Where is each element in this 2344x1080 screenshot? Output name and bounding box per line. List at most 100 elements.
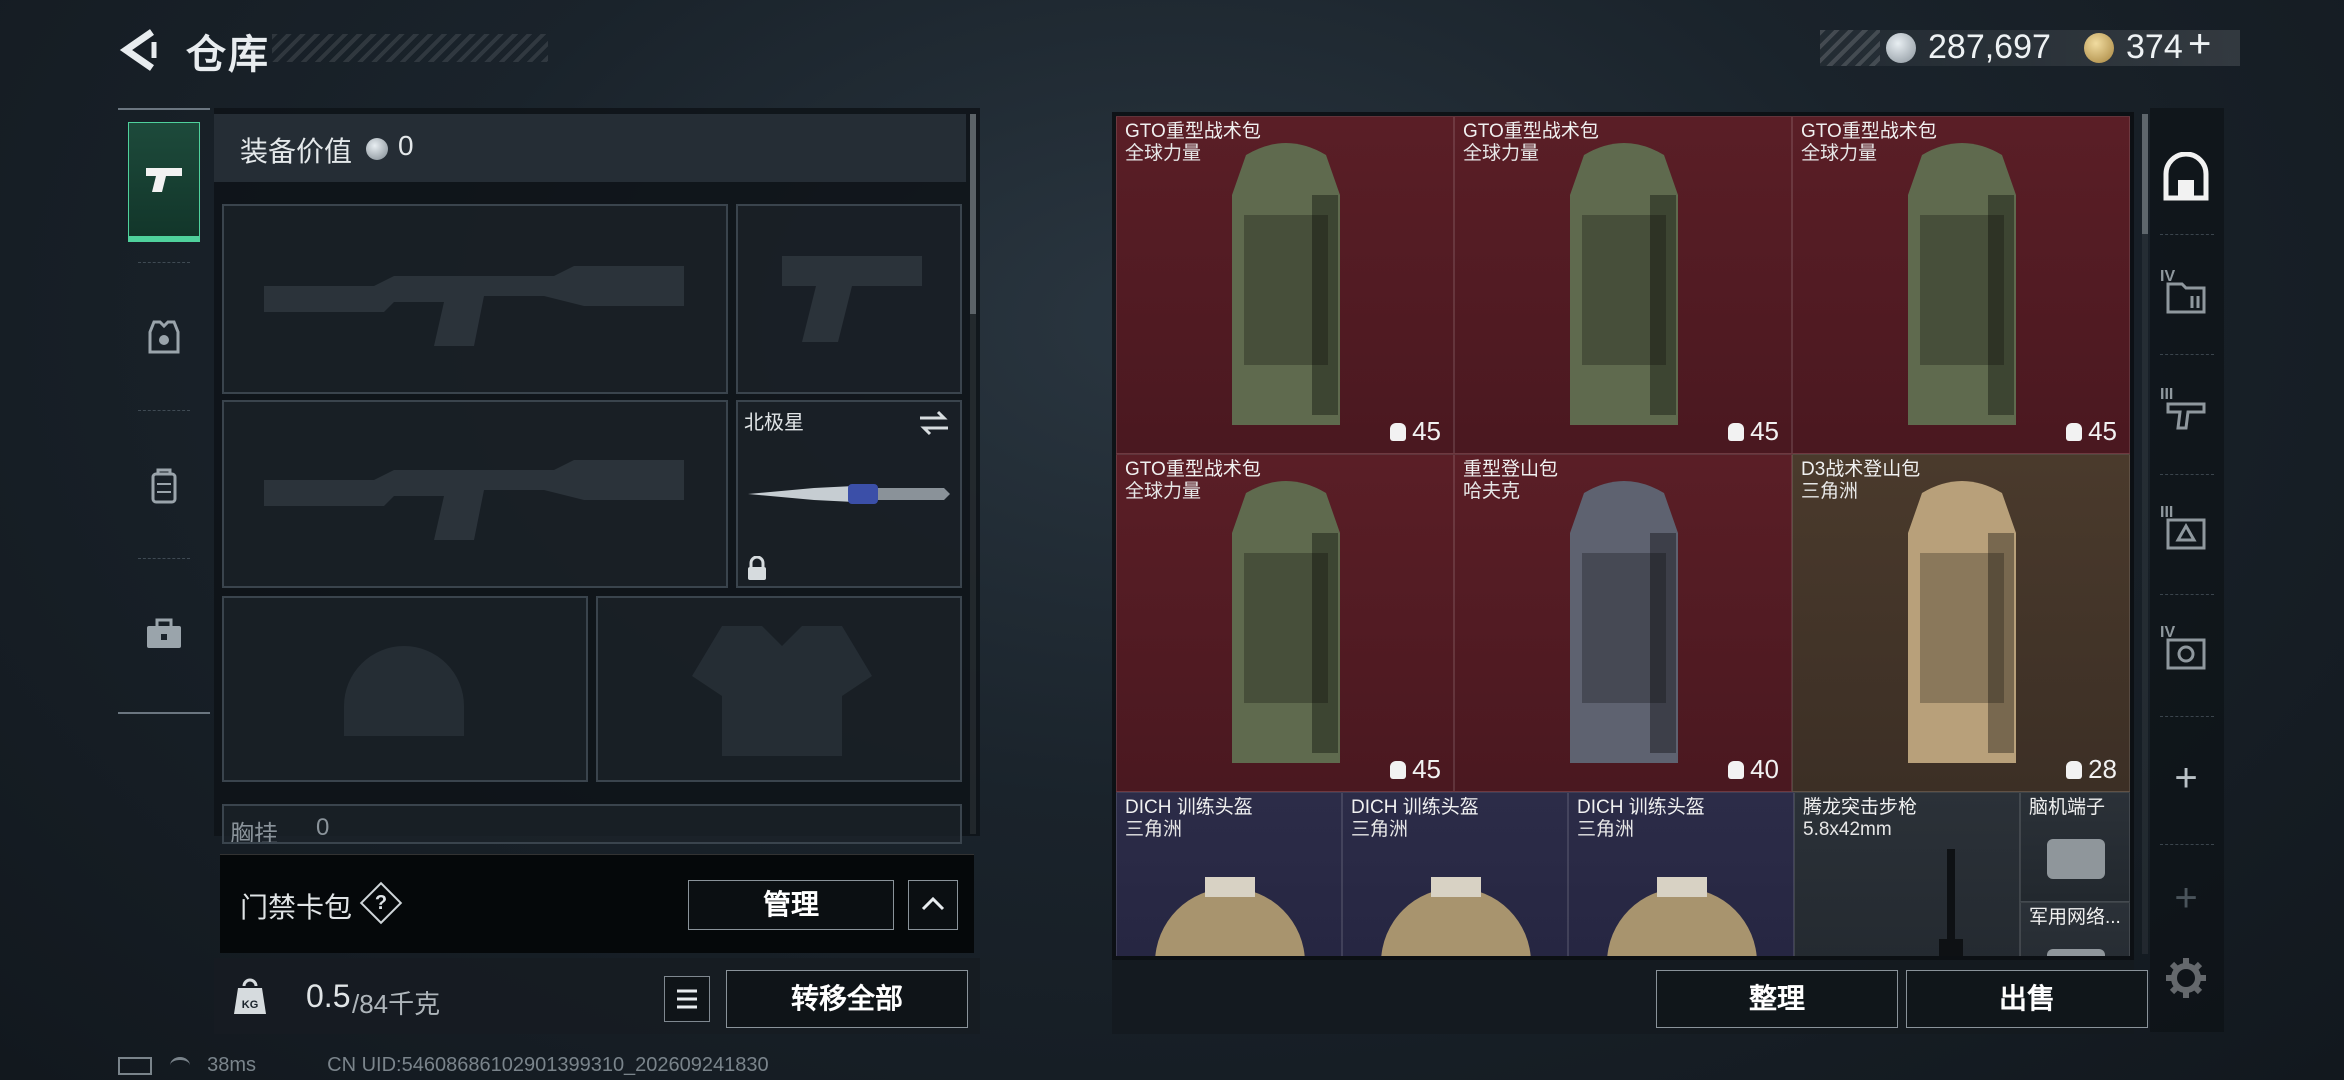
- nav-divider: [138, 262, 190, 263]
- equipment-value-coin-icon: [366, 138, 388, 160]
- wifi-icon: [169, 1057, 190, 1074]
- item-subtitle: 全球力量: [1801, 143, 1878, 164]
- rifle-silhouette-icon: [264, 460, 684, 540]
- rail-divider: [2160, 844, 2214, 845]
- backpack-icon: [1908, 481, 2016, 763]
- add-storage-button[interactable]: +: [2156, 730, 2216, 826]
- coupon-value: 374: [2126, 28, 2183, 66]
- page-title: 仓库: [186, 33, 270, 77]
- inventory-item[interactable]: GTO重型战术包 全球力量 45: [1116, 116, 1454, 454]
- chest-rig-slot[interactable]: 胸挂 0: [222, 804, 962, 844]
- list-view-button[interactable]: [664, 976, 710, 1022]
- backpack-icon: [1570, 481, 1678, 763]
- item-subtitle: 5.8x42mm: [1803, 819, 1892, 840]
- add-currency-button[interactable]: +: [2188, 22, 2211, 67]
- item-subtitle: 全球力量: [1125, 143, 1202, 164]
- toolbox-icon: [147, 618, 181, 648]
- melee-slot[interactable]: 北极星: [736, 400, 962, 588]
- list-icon: [677, 989, 697, 1009]
- capacity-value: 45: [1412, 416, 1441, 446]
- chevron-up-icon: [921, 896, 945, 911]
- capacity-icon: [1390, 761, 1407, 779]
- battery-icon: [118, 1056, 152, 1075]
- back-button[interactable]: [118, 28, 160, 72]
- equipment-category-nav: [118, 108, 210, 714]
- help-icon: ?: [374, 892, 388, 914]
- nav-divider: [138, 410, 190, 411]
- sort-button[interactable]: 整理: [1656, 970, 1898, 1028]
- money-coin-icon: [1886, 33, 1916, 63]
- capacity-value: 45: [2088, 416, 2117, 446]
- expand-button[interactable]: [908, 880, 958, 930]
- coupon-coin-icon: [2084, 33, 2114, 63]
- helmet-silhouette-icon: [344, 646, 464, 736]
- inventory-item[interactable]: 腾龙突击步枪 5.8x42mm: [1794, 792, 2020, 956]
- rail-divider: [2160, 234, 2214, 235]
- capacity-icon: [2066, 761, 2083, 779]
- money-value: 287,697: [1928, 28, 2051, 66]
- rifle-silhouette-icon: [264, 266, 684, 346]
- transfer-all-button[interactable]: 转移全部: [726, 970, 968, 1028]
- nav-backpack[interactable]: [128, 426, 200, 546]
- capacity-value: 28: [2088, 754, 2117, 784]
- storage-tab-main[interactable]: [2156, 130, 2216, 226]
- item-capacity: 28: [2066, 754, 2117, 785]
- armor-silhouette-icon: [692, 626, 872, 756]
- currency-decoration: [1820, 30, 1880, 66]
- helmet-slot[interactable]: [222, 596, 588, 782]
- nav-weapons[interactable]: [128, 122, 200, 242]
- nav-toolbox[interactable]: [128, 574, 200, 694]
- inventory-item[interactable]: DICH 训练头盔 三角洲: [1568, 792, 1794, 956]
- inventory-item[interactable]: DICH 训练头盔 三角洲: [1116, 792, 1342, 956]
- inventory-scrollbar[interactable]: [2142, 114, 2148, 954]
- item-subtitle: 全球力量: [1463, 143, 1540, 164]
- item-name: GTO重型战术包: [1125, 459, 1261, 480]
- item-name: D3战术登山包: [1801, 459, 1921, 480]
- body-armor-slot[interactable]: [596, 596, 962, 782]
- nav-armor[interactable]: [128, 278, 200, 398]
- weight-icon: KG: [232, 976, 268, 1016]
- inventory-item[interactable]: GTO重型战术包 全球力量 45: [1792, 116, 2130, 454]
- status-bar: 38ms CN UID:5460868610290139931​0_202609…: [118, 1054, 769, 1077]
- inventory-item[interactable]: GTO重型战术包 全球力量 45: [1116, 454, 1454, 792]
- tier-label: III: [2160, 386, 2174, 403]
- storage-tab-iv-a[interactable]: IV: [2156, 248, 2216, 344]
- back-arrow-icon: [119, 29, 157, 71]
- item-name: 脑机端子: [2029, 797, 2106, 818]
- primary-weapon-slot[interactable]: [222, 204, 728, 394]
- secondary-weapon-slot[interactable]: [222, 400, 728, 588]
- capacity-value: 45: [1750, 416, 1779, 446]
- user-uid: CN UID:5460868610290139931​0_20260924183…: [327, 1054, 769, 1076]
- inventory-item[interactable]: D3战术登山包 三角洲 28: [1792, 454, 2130, 792]
- weight-max: /84千克: [352, 989, 441, 1019]
- item-capacity: 45: [1390, 416, 1441, 447]
- inventory-scrollbar-thumb[interactable]: [2142, 114, 2148, 234]
- inventory-item[interactable]: 军用网络...: [2020, 902, 2130, 956]
- item-capacity: 45: [2066, 416, 2117, 447]
- capacity-icon: [1728, 761, 1745, 779]
- storage-tab-iii-a[interactable]: III: [2156, 366, 2216, 462]
- chest-rig-value: 0: [316, 814, 330, 841]
- inventory-item[interactable]: DICH 训练头盔 三角洲: [1342, 792, 1568, 956]
- item-subtitle: 全球力量: [1125, 481, 1202, 502]
- swap-icon[interactable]: [918, 410, 950, 436]
- storage-tab-iv-b[interactable]: IV: [2156, 604, 2216, 700]
- inventory-item[interactable]: 重型登山包 哈夫克 40: [1454, 454, 1792, 792]
- pistol-silhouette-icon: [782, 256, 922, 342]
- weight-current: 0.5: [306, 978, 351, 1014]
- rail-divider: [2160, 716, 2214, 717]
- keycard-manage-button[interactable]: 管理: [688, 880, 894, 930]
- pistol-slot[interactable]: [736, 204, 962, 394]
- sell-button[interactable]: 出售: [1906, 970, 2148, 1028]
- svg-text:KG: KG: [242, 999, 259, 1011]
- capacity-value: 40: [1750, 754, 1779, 784]
- backpack-icon: [1232, 143, 1340, 425]
- item-name: DICH 训练头盔: [1125, 797, 1253, 818]
- inventory-item[interactable]: GTO重型战术包 全球力量 45: [1454, 116, 1792, 454]
- storage-tab-iii-b[interactable]: III: [2156, 484, 2216, 580]
- equipment-scrollbar-thumb[interactable]: [970, 114, 976, 314]
- item-subtitle: 三角洲: [1577, 819, 1635, 840]
- inventory-item[interactable]: 脑机端子: [2020, 792, 2130, 902]
- rail-divider: [2160, 594, 2214, 595]
- capacity-icon: [1728, 423, 1745, 441]
